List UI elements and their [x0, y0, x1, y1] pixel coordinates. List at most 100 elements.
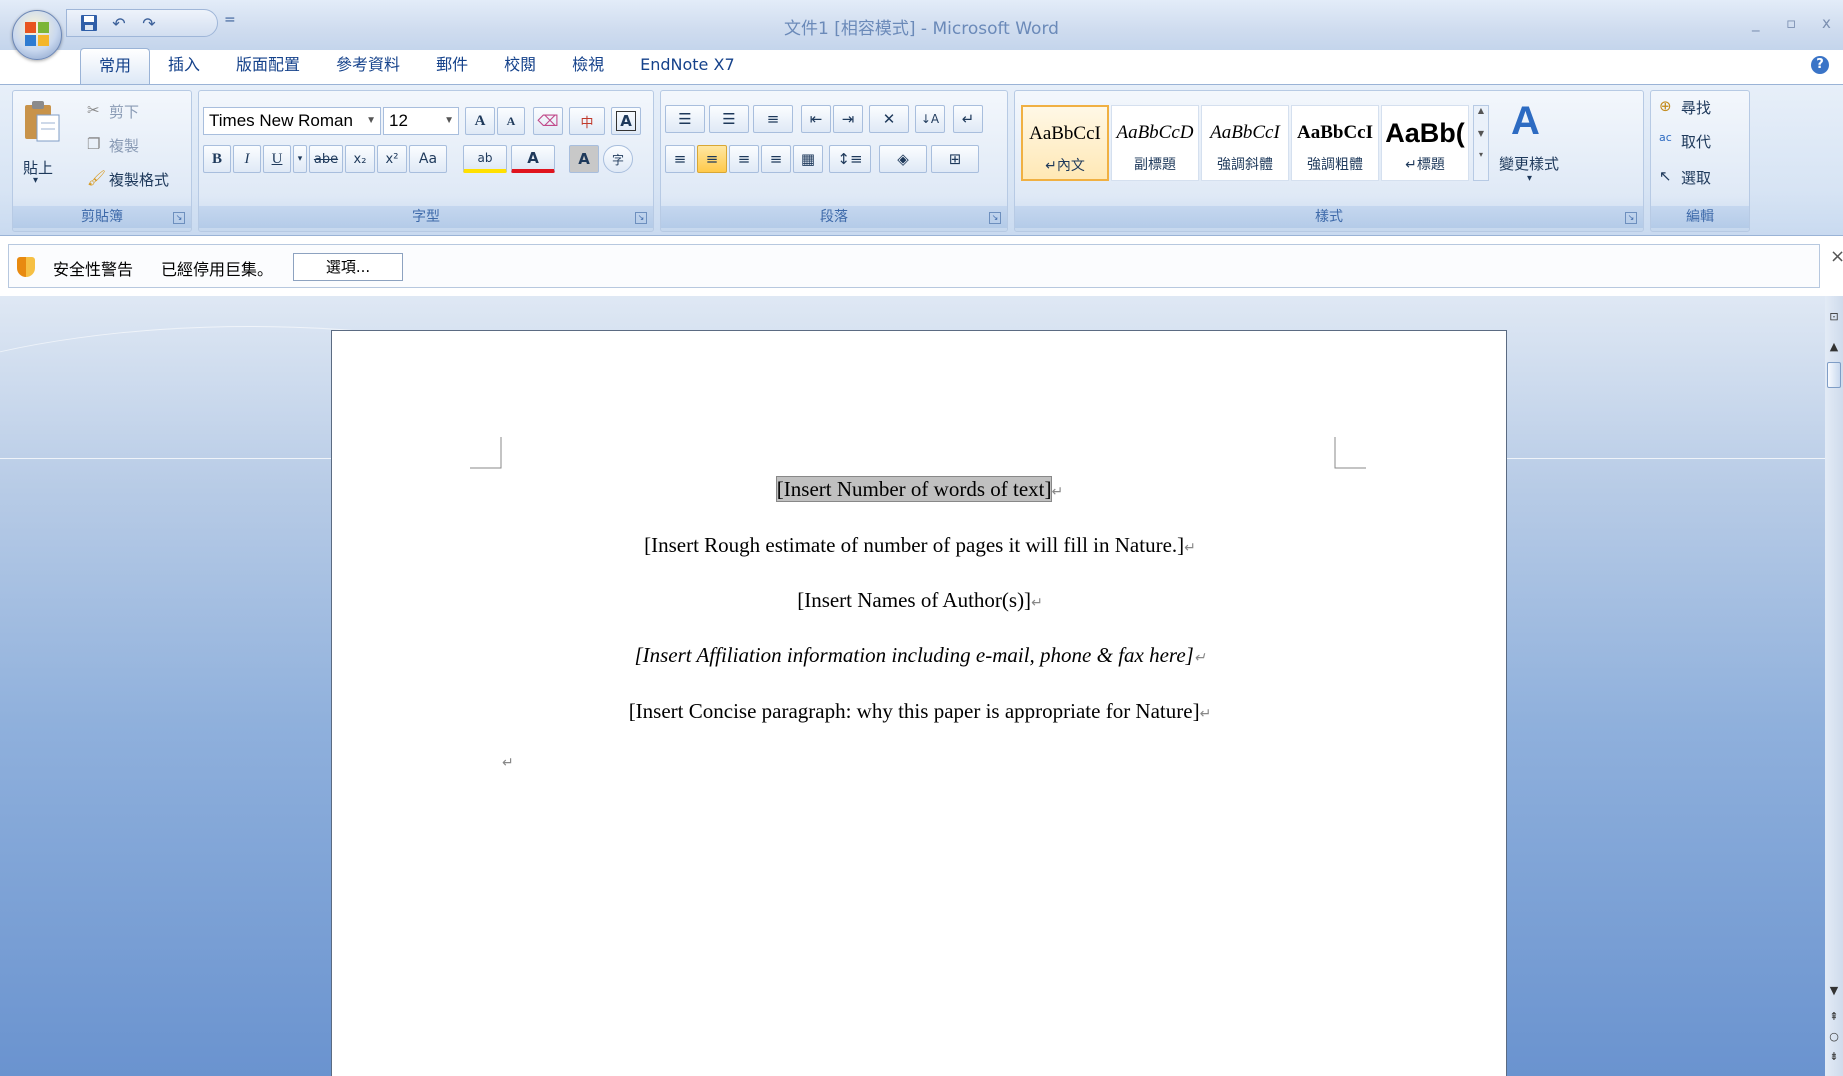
help-icon[interactable]: ? [1811, 56, 1829, 74]
shrink-font-button[interactable]: A [497, 107, 525, 135]
style-name: 標題 [1416, 157, 1445, 173]
decrease-indent-button[interactable]: ⇤ [801, 105, 831, 133]
tab-references[interactable]: 參考資料 [318, 48, 418, 84]
style-subtitle[interactable]: AaBbCcD 副標題 [1111, 105, 1199, 181]
scroll-down-icon[interactable]: ▼ [1474, 129, 1488, 138]
ruler-toggle-icon[interactable]: ⊡ [1827, 310, 1841, 323]
increase-indent-button[interactable]: ⇥ [833, 105, 863, 133]
style-sample: AaBbCcI [1210, 122, 1280, 143]
change-styles-label: 變更樣式 [1499, 155, 1560, 173]
tab-review[interactable]: 校閱 [486, 48, 554, 84]
doc-paragraph[interactable]: [Insert Concise paragraph: why this pape… [332, 699, 1508, 724]
shading-button[interactable]: ◈ [879, 145, 927, 173]
paste-dropdown-icon[interactable]: ▾ [33, 175, 38, 186]
tab-insert[interactable]: 插入 [150, 48, 218, 84]
align-center-button[interactable]: ≡ [697, 145, 727, 173]
bullets-button[interactable]: ☰ [665, 105, 705, 133]
editing-group-label: 編輯 [1651, 206, 1749, 228]
change-case-button[interactable]: Aa [409, 145, 447, 173]
show-marks-button[interactable]: ↵ [953, 105, 983, 133]
clear-format-button[interactable]: ⌫ [533, 107, 563, 135]
grow-font-button[interactable]: A [465, 107, 495, 135]
align-left-button[interactable]: ≡ [665, 145, 695, 173]
pilcrow-icon: ↵ [961, 110, 975, 128]
ribbon-tabs: 常用 插入 版面配置 參考資料 郵件 校閱 檢視 EndNote X7 [80, 48, 753, 84]
change-styles-button[interactable]: A 變更樣式 ▾ [1499, 97, 1571, 197]
restore-button[interactable]: ▫ [1786, 14, 1796, 32]
style-heading[interactable]: AaBb( ↵標題 [1381, 105, 1469, 181]
paragraph-launcher-icon[interactable]: ↘ [989, 212, 1001, 224]
options-button[interactable]: 選項... [293, 253, 403, 281]
multilevel-list-button[interactable]: ≡ [753, 105, 793, 133]
tab-page-layout[interactable]: 版面配置 [218, 48, 318, 84]
doc-paragraph[interactable]: [Insert Number of words of text]↵ [332, 476, 1508, 502]
asian-layout-icon: ✕ [882, 110, 896, 128]
sort-button[interactable]: ↓A [915, 105, 945, 133]
tab-mailings[interactable]: 郵件 [418, 48, 486, 84]
next-page-icon[interactable]: ⇟ [1827, 1050, 1841, 1063]
clear-format-icon: ⌫ [537, 112, 559, 130]
select-browse-object-icon[interactable]: ○ [1827, 1030, 1841, 1043]
character-border-button[interactable]: A [611, 107, 641, 135]
paragraph-mark: ↵ [1184, 541, 1196, 556]
empty-paragraph-mark[interactable]: ↵ [502, 755, 514, 771]
previous-page-icon[interactable]: ⇞ [1827, 1010, 1841, 1023]
minimize-button[interactable]: _ [1752, 14, 1760, 32]
doc-paragraph[interactable]: [Insert Names of Author(s)]↵ [332, 588, 1508, 613]
doc-paragraph[interactable]: [Insert Rough estimate of number of page… [332, 533, 1508, 558]
close-button[interactable]: x [1822, 14, 1831, 32]
office-button[interactable] [12, 10, 62, 60]
styles-launcher-icon[interactable]: ↘ [1625, 212, 1637, 224]
line-spacing-button[interactable]: ↕≡ [829, 145, 871, 173]
style-mark: ↵ [1405, 157, 1417, 173]
italic-button[interactable]: I [233, 145, 261, 173]
style-sample: AaBbCcI [1029, 123, 1101, 144]
brush-icon: 🖌 [87, 169, 107, 187]
numbering-button[interactable]: ☰ [709, 105, 749, 133]
underline-dropdown-icon[interactable]: ▾ [293, 145, 307, 173]
more-styles-icon[interactable]: ▾ [1474, 150, 1488, 159]
justify-button[interactable]: ≡ [761, 145, 791, 173]
character-shading-button[interactable]: A [569, 145, 599, 173]
paste-icon [25, 101, 60, 142]
doc-paragraph[interactable]: [Insert Affiliation information includin… [332, 643, 1508, 668]
scroll-down-icon[interactable]: ▼ [1827, 984, 1841, 997]
bold-button[interactable]: B [203, 145, 231, 173]
style-sample: AaBb( [1385, 118, 1465, 148]
font-size-combo[interactable]: 12 ▼ [383, 107, 459, 135]
styles-scroll[interactable]: ▲ ▼ ▾ [1473, 105, 1489, 181]
font-color-button[interactable]: A [511, 145, 555, 173]
tab-view[interactable]: 檢視 [554, 48, 622, 84]
font-name-combo[interactable]: Times New Roman ▼ [203, 107, 381, 135]
style-strong[interactable]: AaBbCcI 強調粗體 [1291, 105, 1379, 181]
tab-home[interactable]: 常用 [80, 48, 151, 84]
style-emphasis[interactable]: AaBbCcI 強調斜體 [1201, 105, 1289, 181]
subscript-button[interactable]: x₂ [345, 145, 375, 173]
scroll-up-icon[interactable]: ▲ [1474, 106, 1488, 115]
paste-button[interactable]: 貼上 ▾ [19, 97, 63, 193]
superscript-button[interactable]: x² [377, 145, 407, 173]
align-right-icon: ≡ [737, 150, 751, 168]
close-message-bar-icon[interactable]: × [1830, 246, 1843, 267]
document-page[interactable]: [Insert Number of words of text]↵ [Inser… [331, 330, 1507, 1076]
editing-group: ⊕ 尋找 ac 取代 ↖ 選取 編輯 [1650, 90, 1750, 232]
vertical-scrollbar[interactable]: ⊡ ▲ ▼ ⇞ ○ ⇟ [1825, 296, 1843, 1076]
asian-layout-button[interactable]: ✕ [869, 105, 909, 133]
style-normal[interactable]: AaBbCcI ↵內文 [1021, 105, 1109, 181]
font-name-value: Times New Roman [209, 111, 353, 130]
underline-button[interactable]: U [263, 145, 291, 173]
font-launcher-icon[interactable]: ↘ [635, 212, 647, 224]
tab-endnote[interactable]: EndNote X7 [622, 48, 753, 84]
paragraph-mark: ↵ [1051, 485, 1064, 500]
phonetic-guide-button[interactable]: 中 [569, 107, 605, 135]
enclose-characters-button[interactable]: 字 [603, 145, 633, 173]
scroll-up-icon[interactable]: ▲ [1827, 340, 1841, 353]
clipboard-launcher-icon[interactable]: ↘ [173, 212, 185, 224]
office-logo-icon [25, 22, 49, 46]
scroll-thumb[interactable] [1827, 362, 1841, 388]
distributed-button[interactable]: ▦ [793, 145, 823, 173]
borders-button[interactable]: ⊞ [931, 145, 979, 173]
align-right-button[interactable]: ≡ [729, 145, 759, 173]
strikethrough-button[interactable]: abe [309, 145, 343, 173]
highlight-color-button[interactable]: ab [463, 145, 507, 173]
